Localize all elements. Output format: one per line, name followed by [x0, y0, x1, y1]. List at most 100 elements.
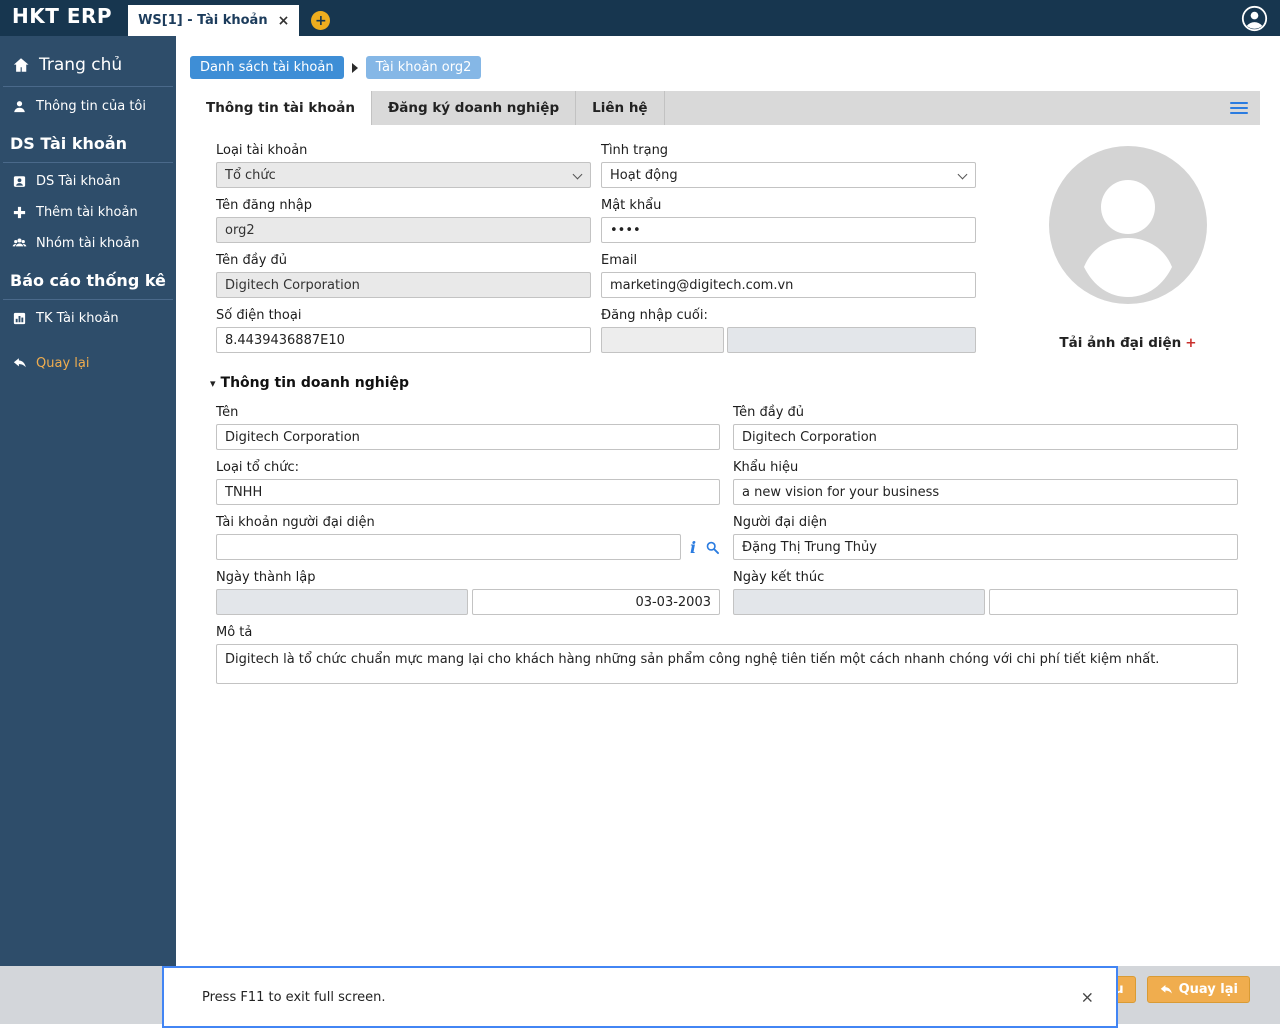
field-org-type: Loại tổ chức: — [216, 460, 720, 505]
back-button[interactable]: Quay lại — [1146, 976, 1250, 1003]
sidebar-account-stats-label: TK Tài khoản — [36, 311, 119, 326]
field-account-type: Loại tài khoản Tổ chức — [216, 143, 591, 188]
founded-date-input[interactable] — [472, 589, 720, 615]
close-icon[interactable]: × — [1081, 988, 1094, 1007]
org-type-input[interactable] — [216, 479, 720, 505]
user-avatar-icon[interactable] — [1241, 5, 1268, 32]
email-input[interactable] — [601, 272, 976, 298]
business-name-input[interactable] — [216, 424, 720, 450]
add-tab-button[interactable]: + — [311, 11, 331, 30]
phone-label: Số điện thoại — [216, 308, 302, 323]
avatar-panel: Tải ảnh đại diện + — [976, 143, 1280, 363]
upload-avatar-link[interactable]: Tải ảnh đại diện + — [1059, 335, 1196, 351]
last-login-date-part — [601, 327, 724, 353]
sidebar-item-back[interactable]: Quay lại — [0, 348, 176, 379]
field-email: Email — [601, 253, 976, 298]
full-name-label: Tên đầy đủ — [216, 253, 288, 268]
sidebar-section-accounts: DS Tài khoản — [3, 126, 173, 163]
breadcrumb-current[interactable]: Tài khoản org2 — [365, 56, 482, 79]
sidebar-back-label: Quay lại — [36, 356, 90, 371]
sidebar-add-account-label: Thêm tài khoản — [36, 205, 138, 220]
sidebar-item-account-list[interactable]: DS Tài khoản — [0, 166, 176, 197]
sidebar-item-account-groups[interactable]: Nhóm tài khoản — [0, 228, 176, 259]
upload-plus-icon: + — [1185, 335, 1197, 351]
field-description: Mô tả Digitech là tổ chức chuẩn mực mang… — [216, 625, 1238, 684]
tab-account-info[interactable]: Thông tin tài khoản — [190, 91, 372, 125]
field-slogan: Khẩu hiệu — [733, 460, 1238, 505]
chevron-down-icon — [572, 169, 583, 180]
field-representative: Người đại diện — [733, 515, 1238, 560]
sidebar-item-add-account[interactable]: Thêm tài khoản — [0, 197, 176, 228]
founded-date-label: Ngày thành lập — [216, 570, 316, 585]
caret-down-icon: ▾ — [210, 376, 216, 390]
sidebar-my-info-label: Thông tin của tôi — [36, 99, 146, 114]
field-phone: Số điện thoại — [216, 308, 591, 353]
representative-input[interactable] — [733, 534, 1238, 560]
business-section-toggle[interactable]: ▾ Thông tin doanh nghiệp — [210, 375, 1280, 391]
avatar-placeholder — [1048, 145, 1208, 305]
org-type-label: Loại tổ chức: — [216, 460, 300, 475]
sidebar-home-label: Trang chủ — [39, 55, 123, 75]
bar-chart-icon — [12, 311, 27, 326]
search-icon[interactable] — [705, 539, 720, 556]
info-icon[interactable]: i — [690, 538, 696, 557]
tab-close-icon[interactable]: × — [278, 14, 290, 28]
status-value: Hoạt động — [610, 167, 678, 183]
business-section-title: Thông tin doanh nghiệp — [220, 375, 410, 391]
sidebar-item-account-stats[interactable]: TK Tài khoản — [0, 303, 176, 334]
business-form: Tên Tên đầy đủ Loại tổ chức: Khẩu hiệu — [176, 391, 1280, 684]
breadcrumb-account-list[interactable]: Danh sách tài khoản — [190, 56, 344, 79]
username-input — [216, 217, 591, 243]
tab-business-registration[interactable]: Đăng ký doanh nghiệp — [372, 91, 577, 125]
field-rep-account: Tài khoản người đại diện i — [216, 515, 720, 560]
back-arrow-icon — [12, 356, 27, 371]
password-input[interactable] — [601, 217, 976, 243]
breadcrumb-arrow-icon — [351, 62, 358, 73]
sidebar-item-my-info[interactable]: Thông tin của tôi — [0, 91, 176, 122]
business-full-name-label: Tên đầy đủ — [733, 405, 805, 420]
menu-icon[interactable] — [1230, 99, 1248, 117]
sidebar-account-groups-label: Nhóm tài khoản — [36, 236, 140, 251]
app-logo: HKT ERP — [12, 3, 113, 28]
sidebar-item-home[interactable]: Trang chủ — [3, 48, 173, 87]
plus-icon: + — [314, 12, 327, 29]
field-last-login: Đăng nhập cuối: — [601, 308, 976, 353]
rep-account-label: Tài khoản người đại diện — [216, 515, 375, 530]
description-textarea[interactable]: Digitech là tổ chức chuẩn mực mang lại c… — [216, 644, 1238, 684]
rep-account-input[interactable] — [216, 534, 681, 560]
field-username: Tên đăng nhập — [216, 198, 591, 243]
business-full-name-input[interactable] — [733, 424, 1238, 450]
detail-tabs: Thông tin tài khoản Đăng ký doanh nghiệp… — [190, 91, 1260, 125]
account-type-label: Loại tài khoản — [216, 143, 308, 158]
add-plus-icon — [12, 205, 27, 220]
home-icon — [12, 56, 30, 74]
sidebar: Trang chủ Thông tin của tôi DS Tài khoản… — [0, 36, 176, 966]
group-icon — [12, 236, 27, 251]
email-label: Email — [601, 253, 638, 268]
main-content: Danh sách tài khoản Tài khoản org2 Thông… — [176, 36, 1280, 966]
last-login-input — [727, 327, 976, 353]
slogan-input[interactable] — [733, 479, 1238, 505]
workspace-tab[interactable]: WS[1] - Tài khoản × — [128, 5, 300, 36]
field-status: Tình trạng Hoạt động — [601, 143, 976, 188]
tab-contact[interactable]: Liên hệ — [576, 91, 665, 125]
phone-input[interactable] — [216, 327, 591, 353]
upload-avatar-label: Tải ảnh đại diện — [1059, 335, 1182, 351]
field-founded-date: Ngày thành lập — [216, 570, 720, 615]
person-icon — [12, 99, 27, 114]
sidebar-account-list-label: DS Tài khoản — [36, 174, 121, 189]
workspace-tab-label: WS[1] - Tài khoản — [138, 13, 268, 28]
end-date-input[interactable] — [989, 589, 1238, 615]
field-business-full-name: Tên đầy đủ — [733, 405, 1238, 450]
field-full-name: Tên đầy đủ — [216, 253, 591, 298]
account-form: Loại tài khoản Tổ chức Tên đăng nhập Tên… — [176, 125, 1280, 363]
description-label: Mô tả — [216, 625, 253, 640]
account-type-value: Tổ chức — [225, 167, 276, 183]
sidebar-section-reports: Báo cáo thống kê — [3, 263, 173, 300]
field-business-name: Tên — [216, 405, 720, 450]
status-select[interactable]: Hoạt động — [601, 162, 976, 188]
notification-text: Press F11 to exit full screen. — [202, 989, 386, 1005]
breadcrumb: Danh sách tài khoản Tài khoản org2 — [190, 56, 1280, 79]
erp-window: HKT ERP WS[1] - Tài khoản × + Trang chủ … — [0, 0, 1280, 1028]
chevron-down-icon — [957, 169, 968, 180]
